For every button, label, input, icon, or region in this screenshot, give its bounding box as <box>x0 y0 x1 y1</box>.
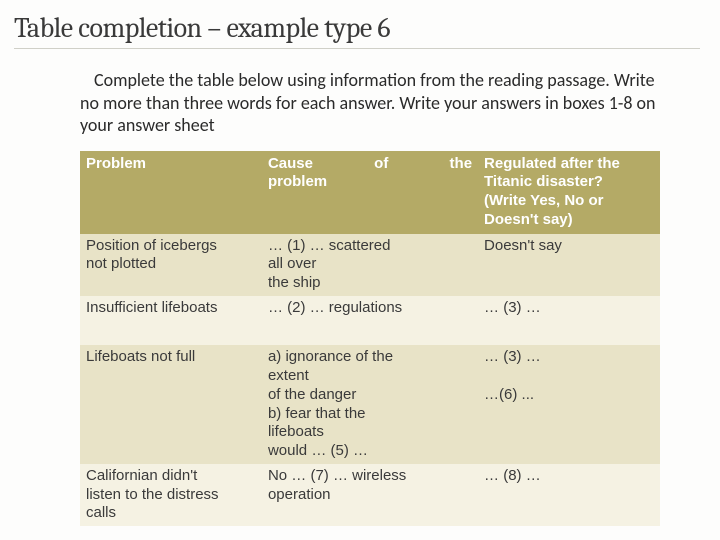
header-regulated: Regulated after the Titanic disaster? (W… <box>478 151 660 234</box>
cell-regulated: … (3) … <box>478 296 660 321</box>
cell-regulated: … (3) … …(6) ... <box>478 345 660 464</box>
cell-cause: No … (7) … wireless operation <box>262 464 478 526</box>
header-cause: Cause of the problem <box>262 151 478 234</box>
table-row-spacer <box>80 321 660 346</box>
cell-empty <box>262 321 478 346</box>
table-row: Californian didn't listen to the distres… <box>80 464 660 526</box>
instructions-text: Complete the table below using informati… <box>80 69 660 137</box>
cell-empty <box>478 321 660 346</box>
cell-empty <box>80 321 262 346</box>
cell-problem: Position of icebergs not plotted <box>80 234 262 296</box>
table-row: Insufficient lifeboats … (2) … regulatio… <box>80 296 660 321</box>
table-row: Lifeboats not full a) ignorance of the e… <box>80 345 660 464</box>
cell-regulated: … (8) … <box>478 464 660 526</box>
completion-table: Problem Cause of the problem Regulated a… <box>80 151 660 527</box>
page-title: Table completion – example type 6 <box>14 12 700 49</box>
cell-cause: a) ignorance of the extent of the danger… <box>262 345 478 464</box>
cell-cause: … (1) … scattered all over the ship <box>262 234 478 296</box>
cell-problem: Californian didn't listen to the distres… <box>80 464 262 526</box>
cell-regulated: Doesn't say <box>478 234 660 296</box>
header-problem: Problem <box>80 151 262 234</box>
table-row: Position of icebergs not plotted … (1) …… <box>80 234 660 296</box>
cell-problem: Insufficient lifeboats <box>80 296 262 321</box>
cell-problem: Lifeboats not full <box>80 345 262 464</box>
cell-cause: … (2) … regulations <box>262 296 478 321</box>
table-header-row: Problem Cause of the problem Regulated a… <box>80 151 660 234</box>
